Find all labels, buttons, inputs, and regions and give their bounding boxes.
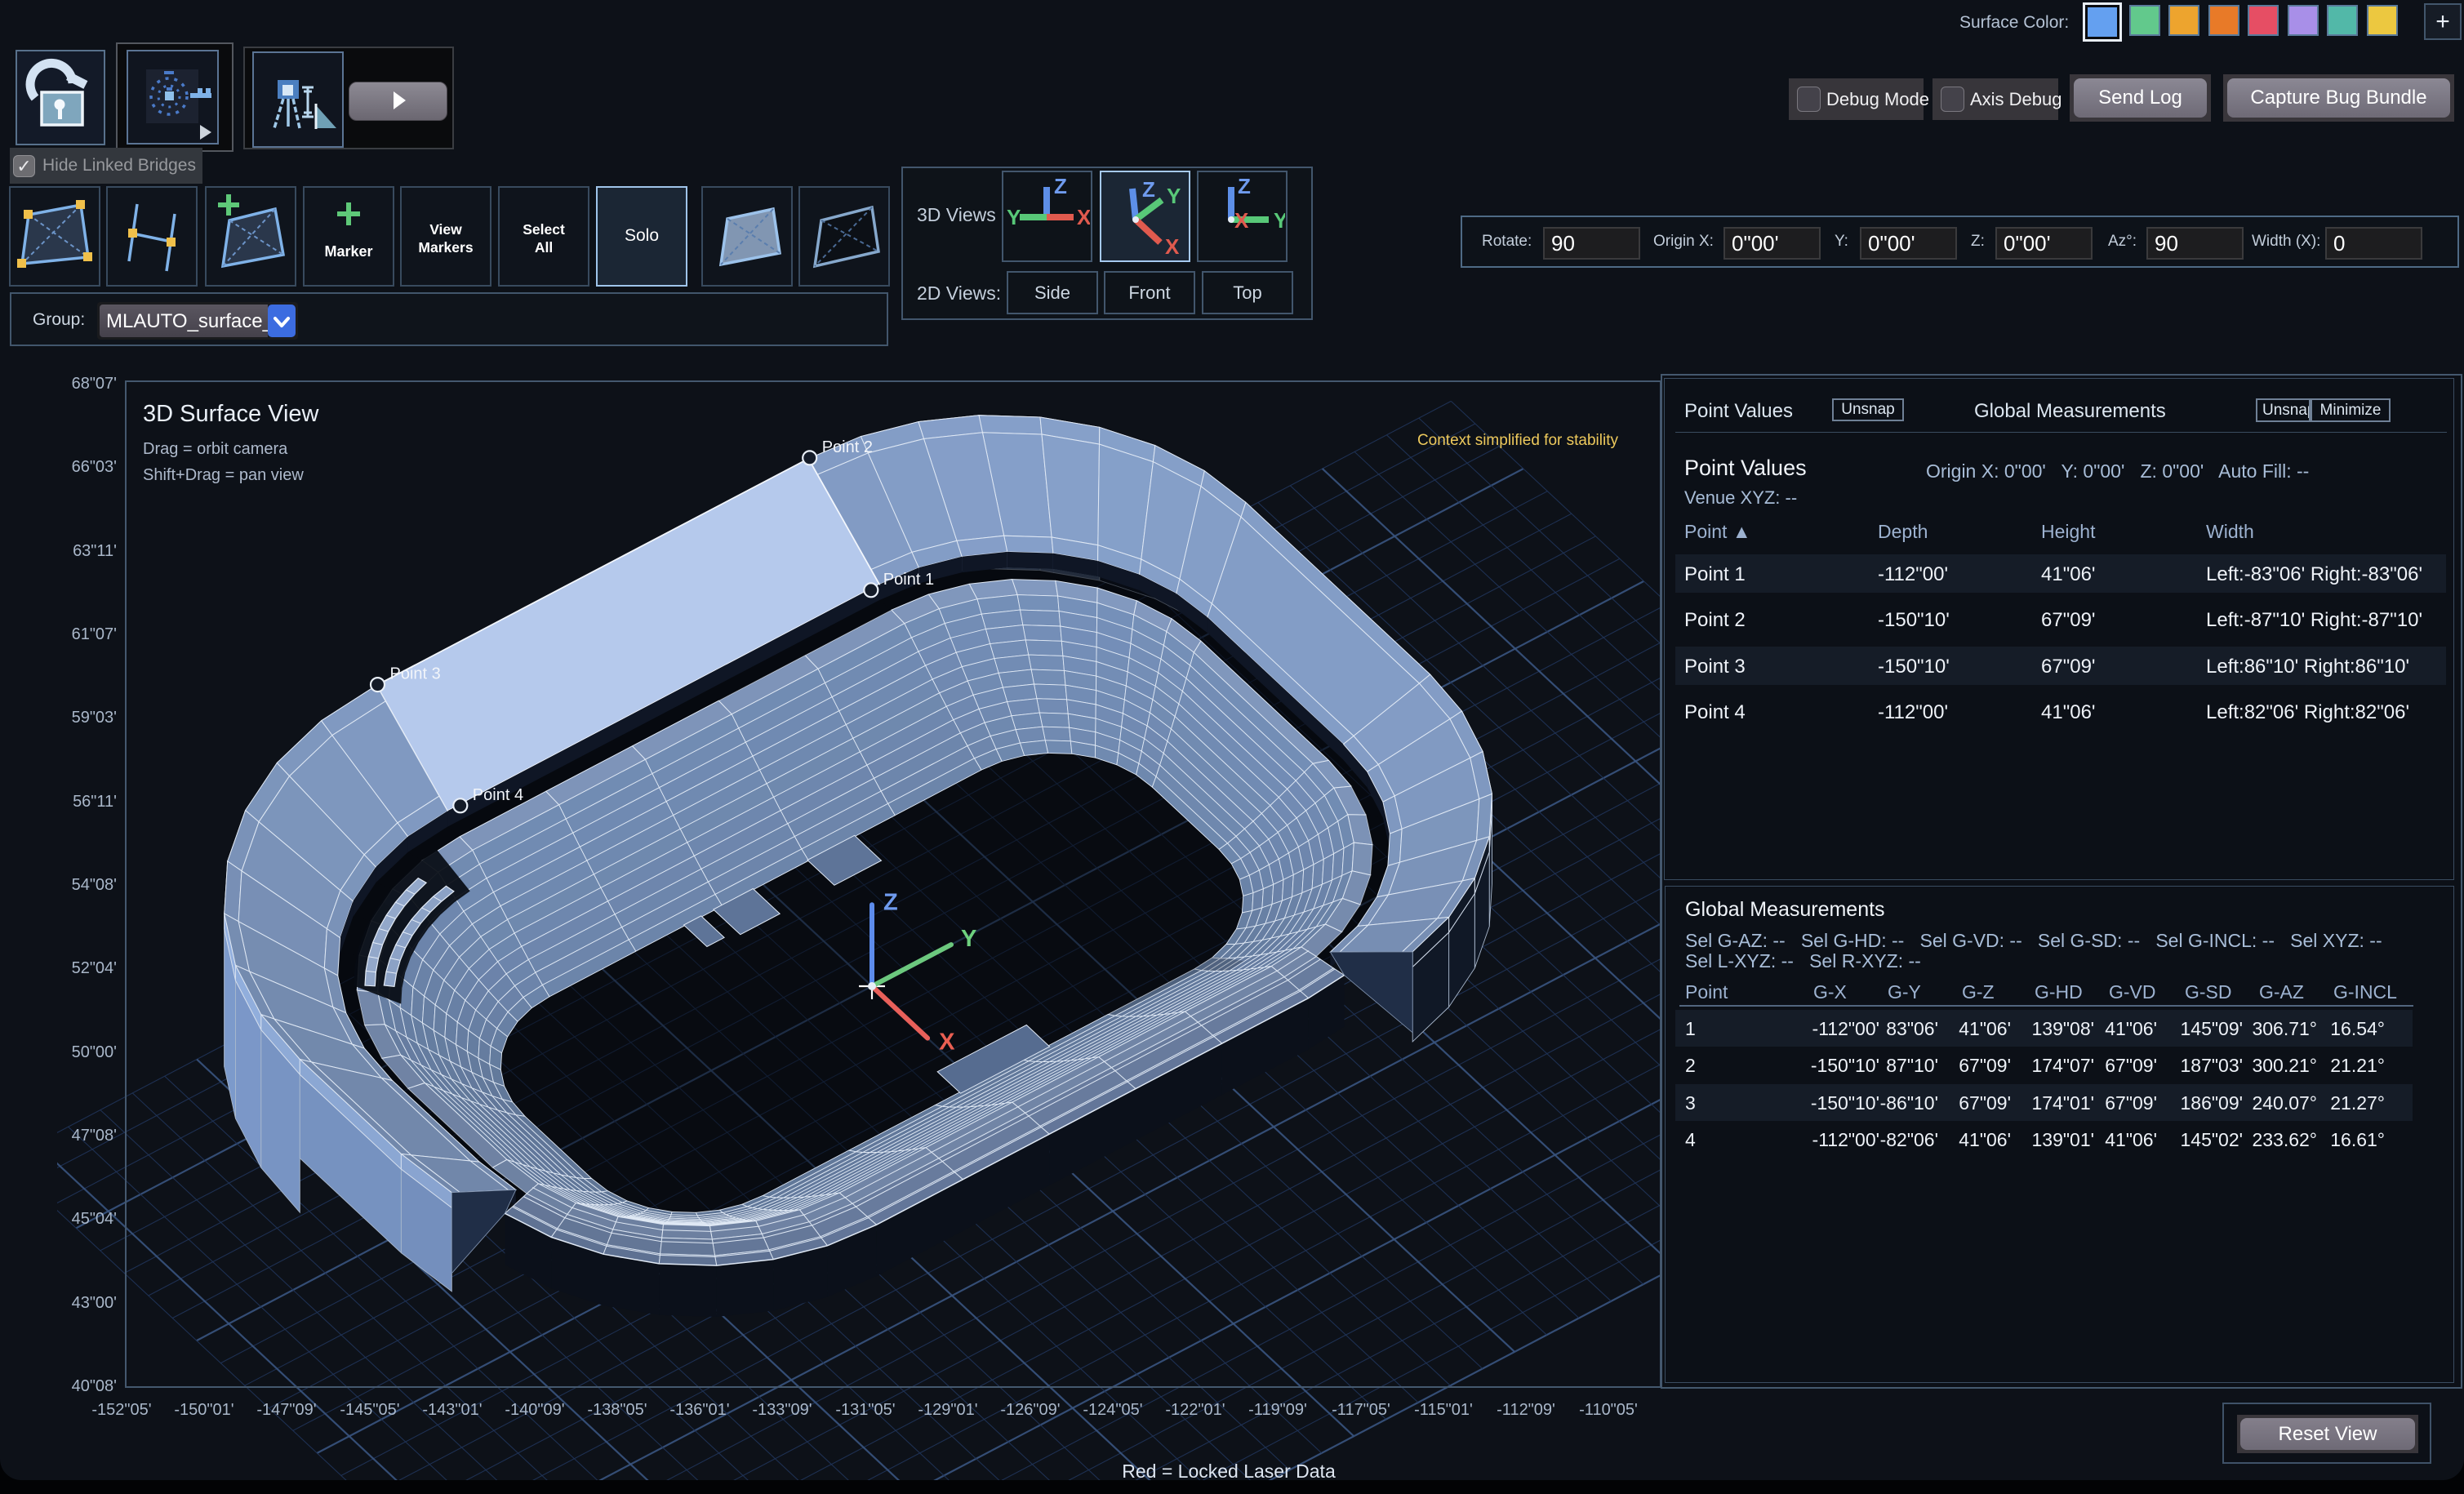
svg-text:Point 2: Point 2 bbox=[822, 438, 873, 456]
svg-text:Point 4: Point 4 bbox=[473, 786, 523, 804]
svg-text:Z: Z bbox=[1238, 174, 1251, 198]
svg-text:X: X bbox=[1077, 205, 1090, 229]
svg-text:X: X bbox=[1165, 234, 1180, 259]
svg-text:X: X bbox=[1234, 208, 1249, 233]
svg-text:Point 3: Point 3 bbox=[390, 665, 441, 683]
svg-text:X: X bbox=[939, 1029, 955, 1056]
svg-text:Y: Y bbox=[1007, 205, 1021, 229]
svg-text:Y: Y bbox=[961, 926, 976, 952]
svg-text:Y: Y bbox=[1274, 208, 1285, 233]
svg-text:Marker: Marker bbox=[324, 243, 372, 260]
svg-text:Z: Z bbox=[883, 889, 898, 915]
svg-text:Z: Z bbox=[1054, 174, 1067, 198]
svg-text:Y: Y bbox=[1167, 184, 1181, 208]
svg-text:Point 1: Point 1 bbox=[883, 571, 934, 589]
svg-text:Z: Z bbox=[1142, 177, 1155, 202]
